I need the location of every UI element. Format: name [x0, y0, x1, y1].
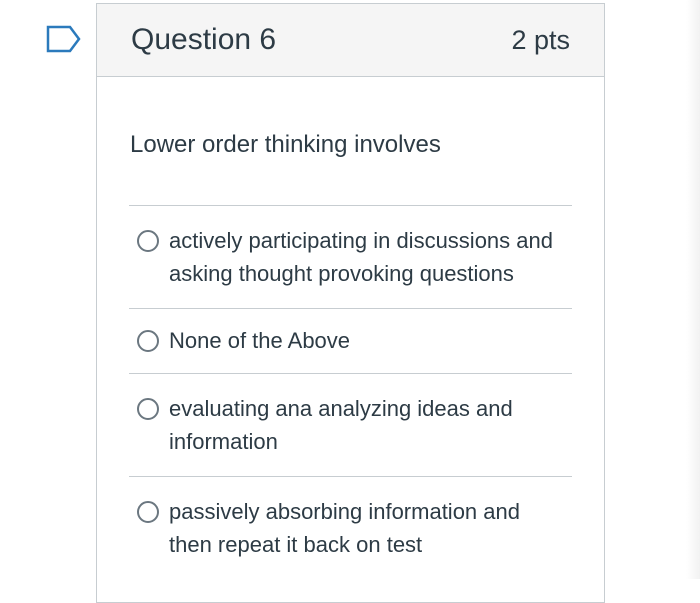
answer-list: actively participating in discussions an…: [129, 205, 572, 579]
answer-option-2[interactable]: None of the Above: [129, 308, 572, 373]
radio-button[interactable]: [137, 398, 159, 420]
answer-label: actively participating in discussions an…: [169, 228, 553, 286]
radio-button[interactable]: [137, 501, 159, 523]
answer-option-3[interactable]: evaluating ana analyzing ideas and infor…: [129, 373, 572, 476]
answer-option-1[interactable]: actively participating in discussions an…: [129, 205, 572, 308]
question-header: Question 6 2 pts: [97, 4, 604, 77]
answer-label: passively absorbing information and then…: [169, 499, 520, 557]
answer-option-4[interactable]: passively absorbing information and then…: [129, 476, 572, 579]
answer-label: None of the Above: [169, 328, 351, 353]
question-title: Question 6: [131, 23, 277, 56]
question-text: Lower order thinking involves: [130, 131, 441, 158]
answer-label: evaluating ana analyzing ideas and infor…: [169, 396, 513, 454]
radio-button[interactable]: [137, 330, 159, 352]
flag-question-icon[interactable]: [46, 25, 82, 53]
question-card: Question 6 2 pts Lower order thinking in…: [96, 3, 605, 603]
page-edge: [686, 0, 700, 579]
question-points: 2 pts: [511, 24, 570, 55]
radio-button[interactable]: [137, 230, 159, 252]
